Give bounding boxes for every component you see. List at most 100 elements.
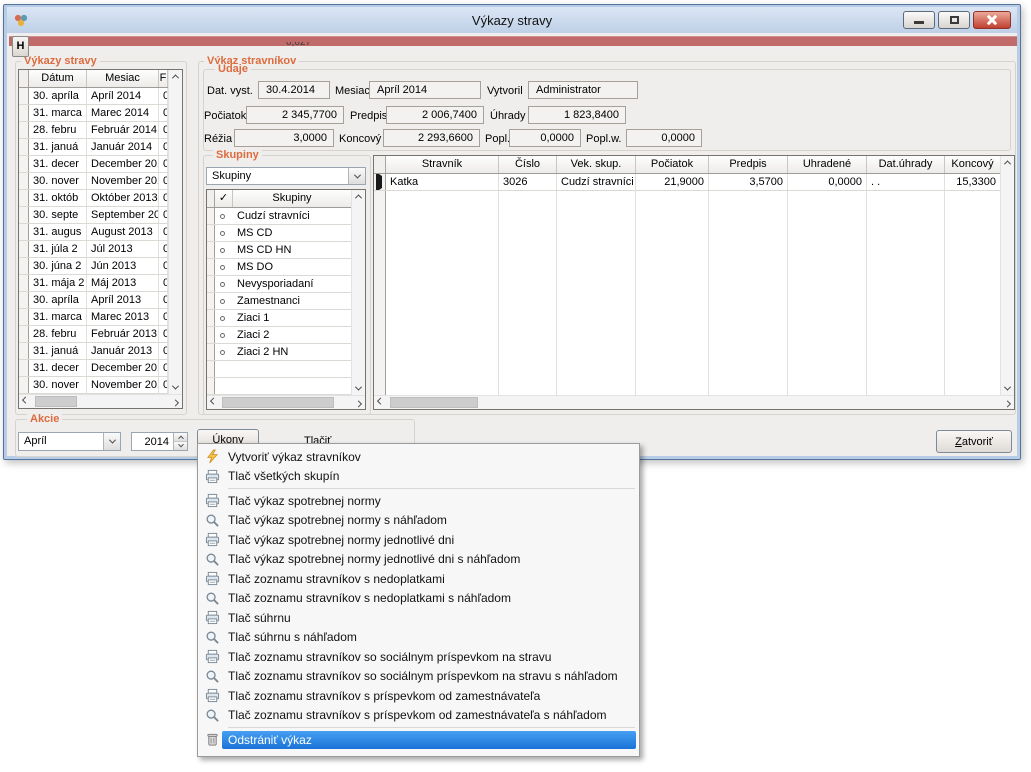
col-header-predpis[interactable]: Predpis (709, 156, 788, 173)
row-selector[interactable] (19, 190, 29, 206)
row-selector[interactable] (19, 275, 29, 291)
menu-item[interactable]: Tlač všetkých skupín (198, 467, 639, 487)
menu-item[interactable]: Tlač zoznamu stravníkov s nedoplatkami (198, 569, 639, 589)
diner-row[interactable]: Katka 3026 Cudzí stravníci 21,9000 3,570… (374, 174, 1000, 191)
skupiny-dropdown[interactable]: Skupiny (206, 167, 366, 185)
col-header-pociatok[interactable]: Počiatok (636, 156, 709, 173)
col-header-vek-skup[interactable]: Vek. skup. (557, 156, 636, 173)
uhrady-field[interactable]: 1 823,8400 (528, 106, 626, 124)
row-selector[interactable] (207, 293, 215, 309)
report-row[interactable]: 31. decer December 2012 0 (19, 360, 168, 377)
col-header-uhradene[interactable]: Uhradené (788, 156, 867, 173)
report-row[interactable]: 28. febru Február 2014 0 (19, 122, 168, 139)
h-tab[interactable]: H (12, 36, 29, 57)
scroll-right-button[interactable] (169, 395, 182, 408)
pociatok-field[interactable]: 2 345,7700 (246, 106, 344, 124)
menu-item[interactable]: Tlač výkaz spotrebnej normy jednotlivé d… (198, 530, 639, 550)
row-selector[interactable] (207, 208, 215, 224)
row-selector[interactable] (19, 258, 29, 274)
row-selector[interactable] (19, 139, 29, 155)
row-selector[interactable] (19, 360, 29, 376)
scroll-right-button[interactable] (352, 396, 365, 409)
menu-item[interactable]: Tlač výkaz spotrebnej normy s náhľadom (198, 511, 639, 531)
predpis-field[interactable]: 2 006,7400 (386, 106, 484, 124)
row-selector[interactable] (19, 173, 29, 189)
skupiny-dropdown-button[interactable] (348, 168, 365, 184)
popl-field[interactable]: 0,0000 (509, 129, 581, 147)
menu-item[interactable]: Tlač súhrnu (198, 608, 639, 628)
minimize-button[interactable] (903, 11, 935, 29)
report-row[interactable]: 31. marca Marec 2013 0 (19, 309, 168, 326)
col-header-dat-uhrady[interactable]: Dat.úhrady (867, 156, 945, 173)
scrollbar-thumb[interactable] (390, 397, 478, 408)
month-dropdown[interactable]: Apríl (18, 432, 121, 451)
row-selector[interactable] (19, 88, 29, 104)
row-selector[interactable] (207, 225, 215, 241)
koncovy-field[interactable]: 2 293,6600 (383, 129, 480, 147)
menu-item[interactable]: Tlač zoznamu stravníkov s príspevkom od … (198, 706, 639, 726)
year-spinner[interactable]: 2014 (131, 432, 188, 451)
menu-item[interactable]: Tlač zoznamu stravníkov so sociálnym prí… (198, 647, 639, 667)
report-row[interactable]: 31. marca Marec 2014 0 (19, 105, 168, 122)
scrollbar-thumb[interactable] (35, 396, 77, 407)
report-row[interactable]: 31. januá Január 2014 0 (19, 139, 168, 156)
row-selector[interactable] (19, 326, 29, 342)
row-selector[interactable] (207, 310, 215, 326)
report-row[interactable]: 30. apríla Apríl 2014 0 (19, 88, 168, 105)
row-selector[interactable] (19, 207, 29, 223)
report-row[interactable]: 28. febru Február 2013 0 (19, 326, 168, 343)
check-header[interactable]: ✓ (215, 190, 233, 207)
menu-item[interactable]: Tlač zoznamu stravníkov s nedoplatkami s… (198, 589, 639, 609)
scroll-up-button[interactable] (1001, 156, 1014, 169)
mesiac-field[interactable]: Apríl 2014 (369, 81, 481, 99)
month-dropdown-button[interactable] (103, 433, 120, 450)
row-selector[interactable] (19, 309, 29, 325)
report-row[interactable]: 30. júna 2 Jún 2013 0 (19, 258, 168, 275)
titlebar[interactable]: Výkazy stravy (7, 7, 1017, 33)
report-row[interactable]: 31. júla 2 Júl 2013 0 (19, 241, 168, 258)
col-header-koncovy[interactable]: Koncový (945, 156, 1000, 173)
scrollbar-thumb[interactable] (222, 397, 334, 408)
report-row[interactable]: 31. októb Október 2013 0 (19, 190, 168, 207)
report-row[interactable]: 31. decer December 2013 0 (19, 156, 168, 173)
menu-item[interactable]: Tlač výkaz spotrebnej normy (198, 491, 639, 511)
row-selector[interactable] (19, 343, 29, 359)
col-header-datum[interactable]: Dátum (29, 70, 87, 87)
menu-item[interactable]: Tlač zoznamu stravníkov s príspevkom od … (198, 686, 639, 706)
report-row[interactable]: 31. januá Január 2013 0 (19, 343, 168, 360)
report-row[interactable]: 30. septe September 2013 0 (19, 207, 168, 224)
col-header-skupiny[interactable]: Skupiny (233, 190, 351, 207)
year-down-button[interactable] (174, 442, 187, 450)
menu-item[interactable]: Tlač výkaz spotrebnej normy jednotlivé d… (198, 550, 639, 570)
scroll-left-button[interactable] (207, 396, 220, 409)
menu-item[interactable]: Odstrániť výkaz (198, 730, 639, 750)
restore-button[interactable] (938, 11, 970, 29)
report-row[interactable]: 30. nover November 2012 0 (19, 377, 168, 394)
row-selector[interactable] (207, 242, 215, 258)
dat-vyst-field[interactable]: 30.4.2014 (258, 81, 330, 99)
zatvorit-button[interactable]: Zatvoriť (936, 430, 1012, 453)
menu-item[interactable]: Tlač súhrnu s náhľadom (198, 628, 639, 648)
skupina-row[interactable]: Zamestnanci (207, 293, 351, 310)
scroll-down-button[interactable] (169, 381, 182, 394)
report-row[interactable]: 31. augus August 2013 0 (19, 224, 168, 241)
scroll-left-button[interactable] (374, 396, 387, 409)
row-selector[interactable] (19, 156, 29, 172)
poplw-field[interactable]: 0,0000 (626, 129, 702, 147)
close-button[interactable] (973, 11, 1011, 29)
skupina-row[interactable]: Nevysporiadaní (207, 276, 351, 293)
row-selector[interactable] (374, 174, 386, 190)
row-selector[interactable] (207, 344, 215, 360)
menu-item[interactable]: Vytvoriť výkaz stravníkov (198, 447, 639, 467)
skupina-row[interactable]: MS DO (207, 259, 351, 276)
row-selector[interactable] (19, 105, 29, 121)
row-selector[interactable] (19, 224, 29, 240)
skupina-row[interactable]: MS CD HN (207, 242, 351, 259)
row-selector[interactable] (207, 327, 215, 343)
col-header-mesiac[interactable]: Mesiac (87, 70, 159, 87)
row-selector[interactable] (207, 259, 215, 275)
scroll-down-button[interactable] (352, 382, 365, 395)
skupina-row[interactable]: Cudzí stravníci (207, 208, 351, 225)
row-selector[interactable] (19, 292, 29, 308)
skupina-row[interactable]: Ziaci 2 (207, 327, 351, 344)
